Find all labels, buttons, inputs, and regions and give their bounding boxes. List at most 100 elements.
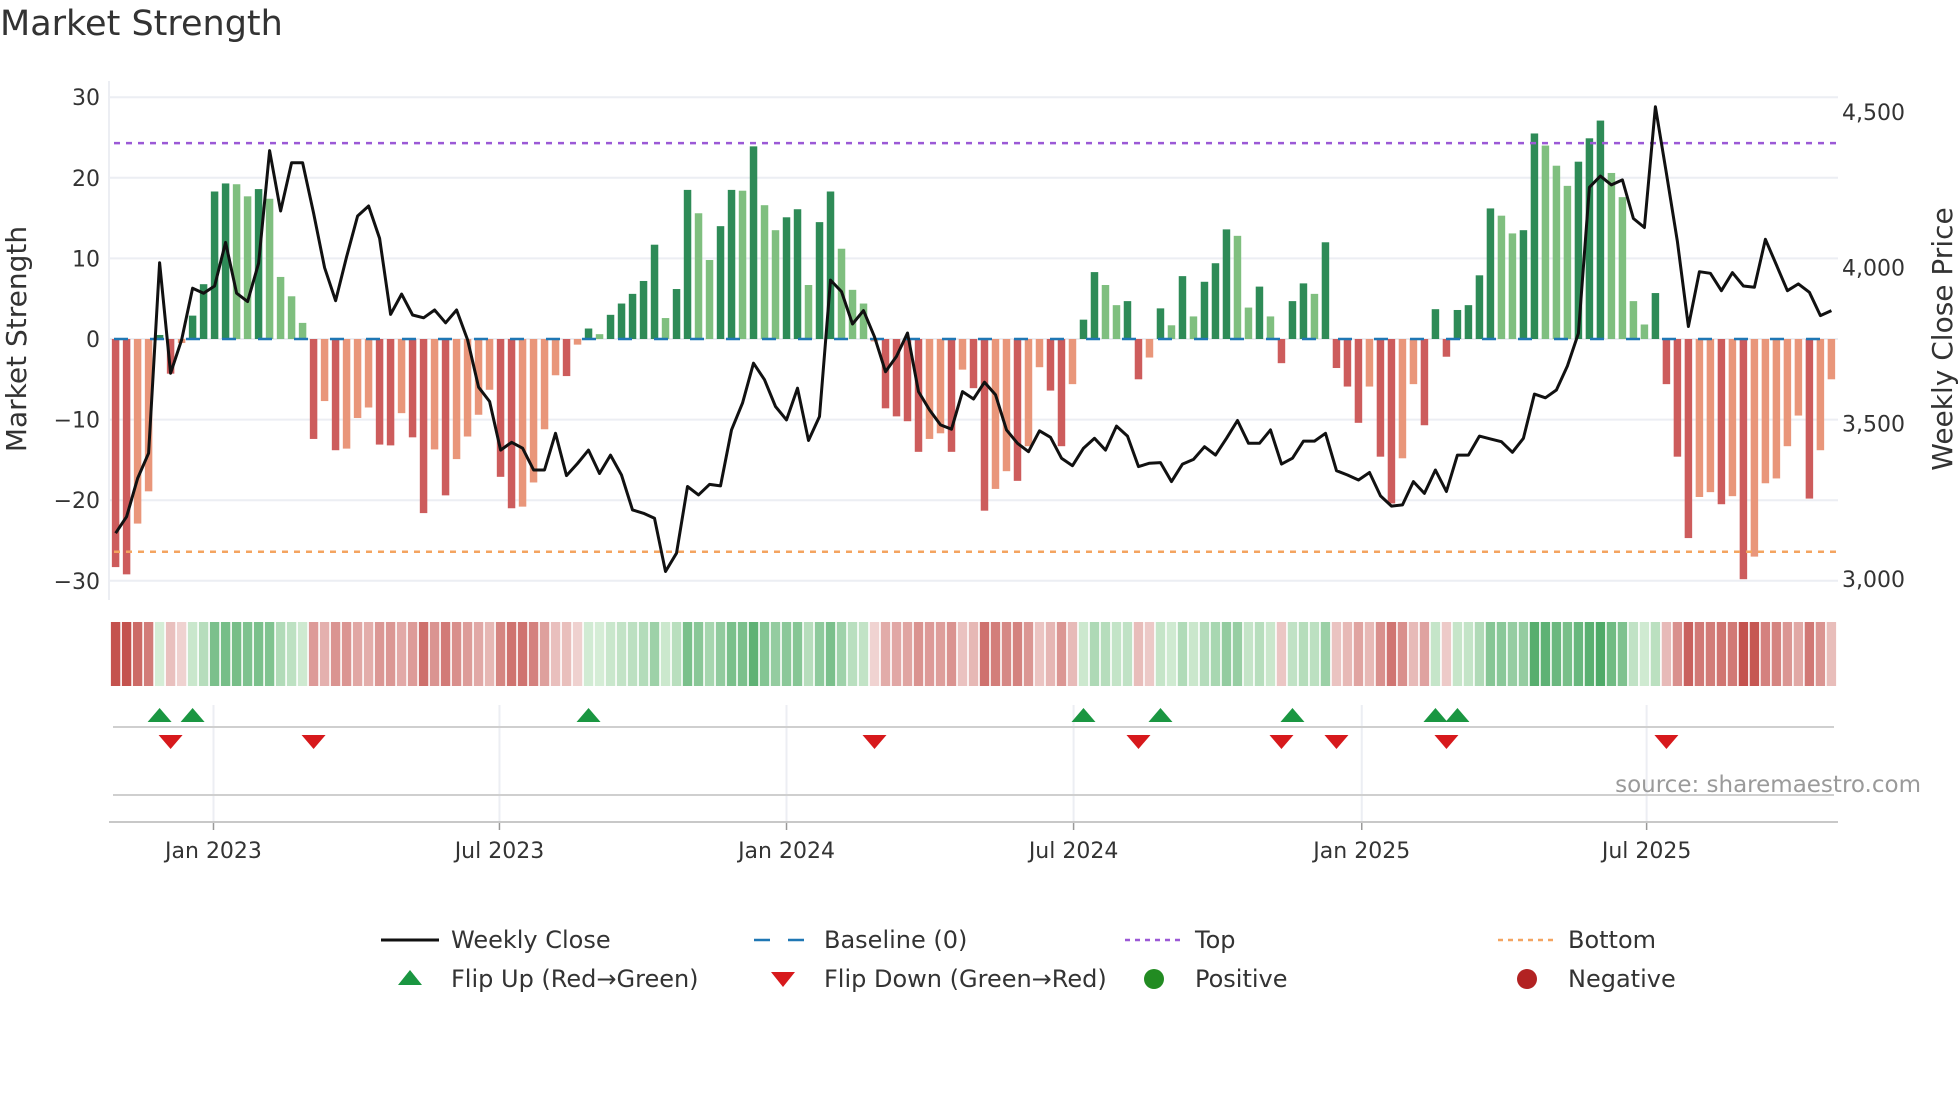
strength-bar (1079, 319, 1088, 339)
strength-bar (661, 318, 670, 339)
strength-heat-cell (792, 622, 803, 686)
strength-heat-cell (165, 622, 176, 686)
strength-heat-cell (550, 622, 561, 686)
strength-bar (969, 339, 978, 389)
strength-bar (562, 339, 571, 377)
strength-heat-cell (462, 622, 473, 686)
strength-heat-cell (132, 622, 143, 686)
strength-heat-cell (594, 622, 605, 686)
strength-heat-cell (264, 622, 275, 686)
strength-bar (1453, 309, 1462, 339)
legend-label: Weekly Close (451, 926, 611, 954)
strength-bar (1112, 305, 1121, 339)
strength-bar (925, 339, 934, 439)
strength-heat-cell (726, 622, 737, 686)
strength-heat-cell (495, 622, 506, 686)
strength-bar (1486, 208, 1495, 339)
strength-heat-cell (1232, 622, 1243, 686)
legend-item: Positive (1144, 965, 1288, 993)
strength-heat-cell (198, 622, 209, 686)
strength-bar (331, 339, 340, 451)
strength-bar (1013, 339, 1022, 481)
strength-bar (529, 339, 538, 483)
legend-item: Flip Up (Red→Green) (398, 965, 699, 993)
strength-bar (738, 190, 747, 339)
strength-bar (1123, 301, 1132, 339)
strength-heat-cell (858, 622, 869, 686)
strength-heat-cell (924, 622, 935, 686)
strength-bar (1640, 324, 1649, 339)
strength-heat-cell (396, 622, 407, 686)
strength-bar (628, 293, 637, 339)
strength-heat-cell (1628, 622, 1639, 686)
strength-heat-cell (176, 622, 187, 686)
y-right-tick-label: 3,500 (1842, 412, 1905, 437)
strength-heat-cell (1001, 622, 1012, 686)
strength-heat-cell (1672, 622, 1683, 686)
strength-heat-cell (352, 622, 363, 686)
strength-heat-cell (451, 622, 462, 686)
strength-bar (1046, 339, 1055, 391)
flip-down-icon (1654, 735, 1679, 749)
strength-bar (573, 339, 582, 345)
flip-down-icon (1269, 735, 1294, 749)
strength-bar (1728, 339, 1737, 497)
strength-bar (1244, 307, 1253, 339)
legend-label: Top (1194, 926, 1236, 954)
strength-bar (683, 189, 692, 339)
strength-heat-cell (1782, 622, 1793, 686)
strength-heat-cell (220, 622, 231, 686)
strength-heat-cell (1111, 622, 1122, 686)
flip-down-icon (301, 735, 326, 749)
strength-heat-cell (1507, 622, 1518, 686)
strength-bar (859, 303, 868, 339)
strength-heat-cell (1034, 622, 1045, 686)
strength-heat-cell (1639, 622, 1650, 686)
strength-heat-cell (275, 622, 286, 686)
strength-heat-cell (1551, 622, 1562, 686)
strength-bar (1211, 263, 1220, 339)
strength-heat-cell (825, 622, 836, 686)
strength-heat-cell (1617, 622, 1628, 686)
legend-negative-icon (1517, 969, 1537, 989)
x-tick-label: Jul 2023 (453, 839, 545, 864)
strength-bar (881, 339, 890, 409)
strength-bar (1464, 305, 1473, 339)
strength-bar (793, 209, 802, 339)
x-tick-label: Jan 2023 (163, 839, 262, 864)
strength-heat-cell (1397, 622, 1408, 686)
strength-bar (1420, 339, 1429, 426)
strength-heat-cell (649, 622, 660, 686)
strength-heat-cell (583, 622, 594, 686)
strength-heat-cell (1287, 622, 1298, 686)
strength-heat-cell (1496, 622, 1507, 686)
strength-bar (243, 196, 252, 339)
strength-heat-cell (1144, 622, 1155, 686)
strength-bar (980, 339, 989, 511)
strength-bar (1783, 339, 1792, 447)
strength-bar (1596, 120, 1605, 339)
strength-bar (1442, 339, 1451, 357)
legend-item: Baseline (0) (754, 926, 967, 954)
x-tick-label: Jan 2024 (736, 839, 835, 864)
strength-heat-cell (418, 622, 429, 686)
strength-bar (1255, 286, 1264, 339)
strength-bar (1299, 283, 1308, 339)
legend-label: Bottom (1568, 926, 1656, 954)
strength-heat-cell (1056, 622, 1067, 686)
strength-bar (1772, 339, 1781, 479)
legend-item: Bottom (1498, 926, 1656, 954)
y-tick-label: 20 (72, 167, 100, 192)
flip-down-icon (862, 735, 887, 749)
strength-bar (991, 339, 1000, 489)
strength-heat-cell (693, 622, 704, 686)
strength-heat-cell (242, 622, 253, 686)
strength-bar (1475, 275, 1484, 339)
strength-heat-cell (1364, 622, 1375, 686)
flip-up-icon (1445, 708, 1470, 722)
strength-bar (1354, 339, 1363, 423)
flip-up-icon (147, 708, 172, 722)
strength-bar (1387, 339, 1396, 504)
strength-heat-cell (1342, 622, 1353, 686)
strength-heat-cell (1155, 622, 1166, 686)
